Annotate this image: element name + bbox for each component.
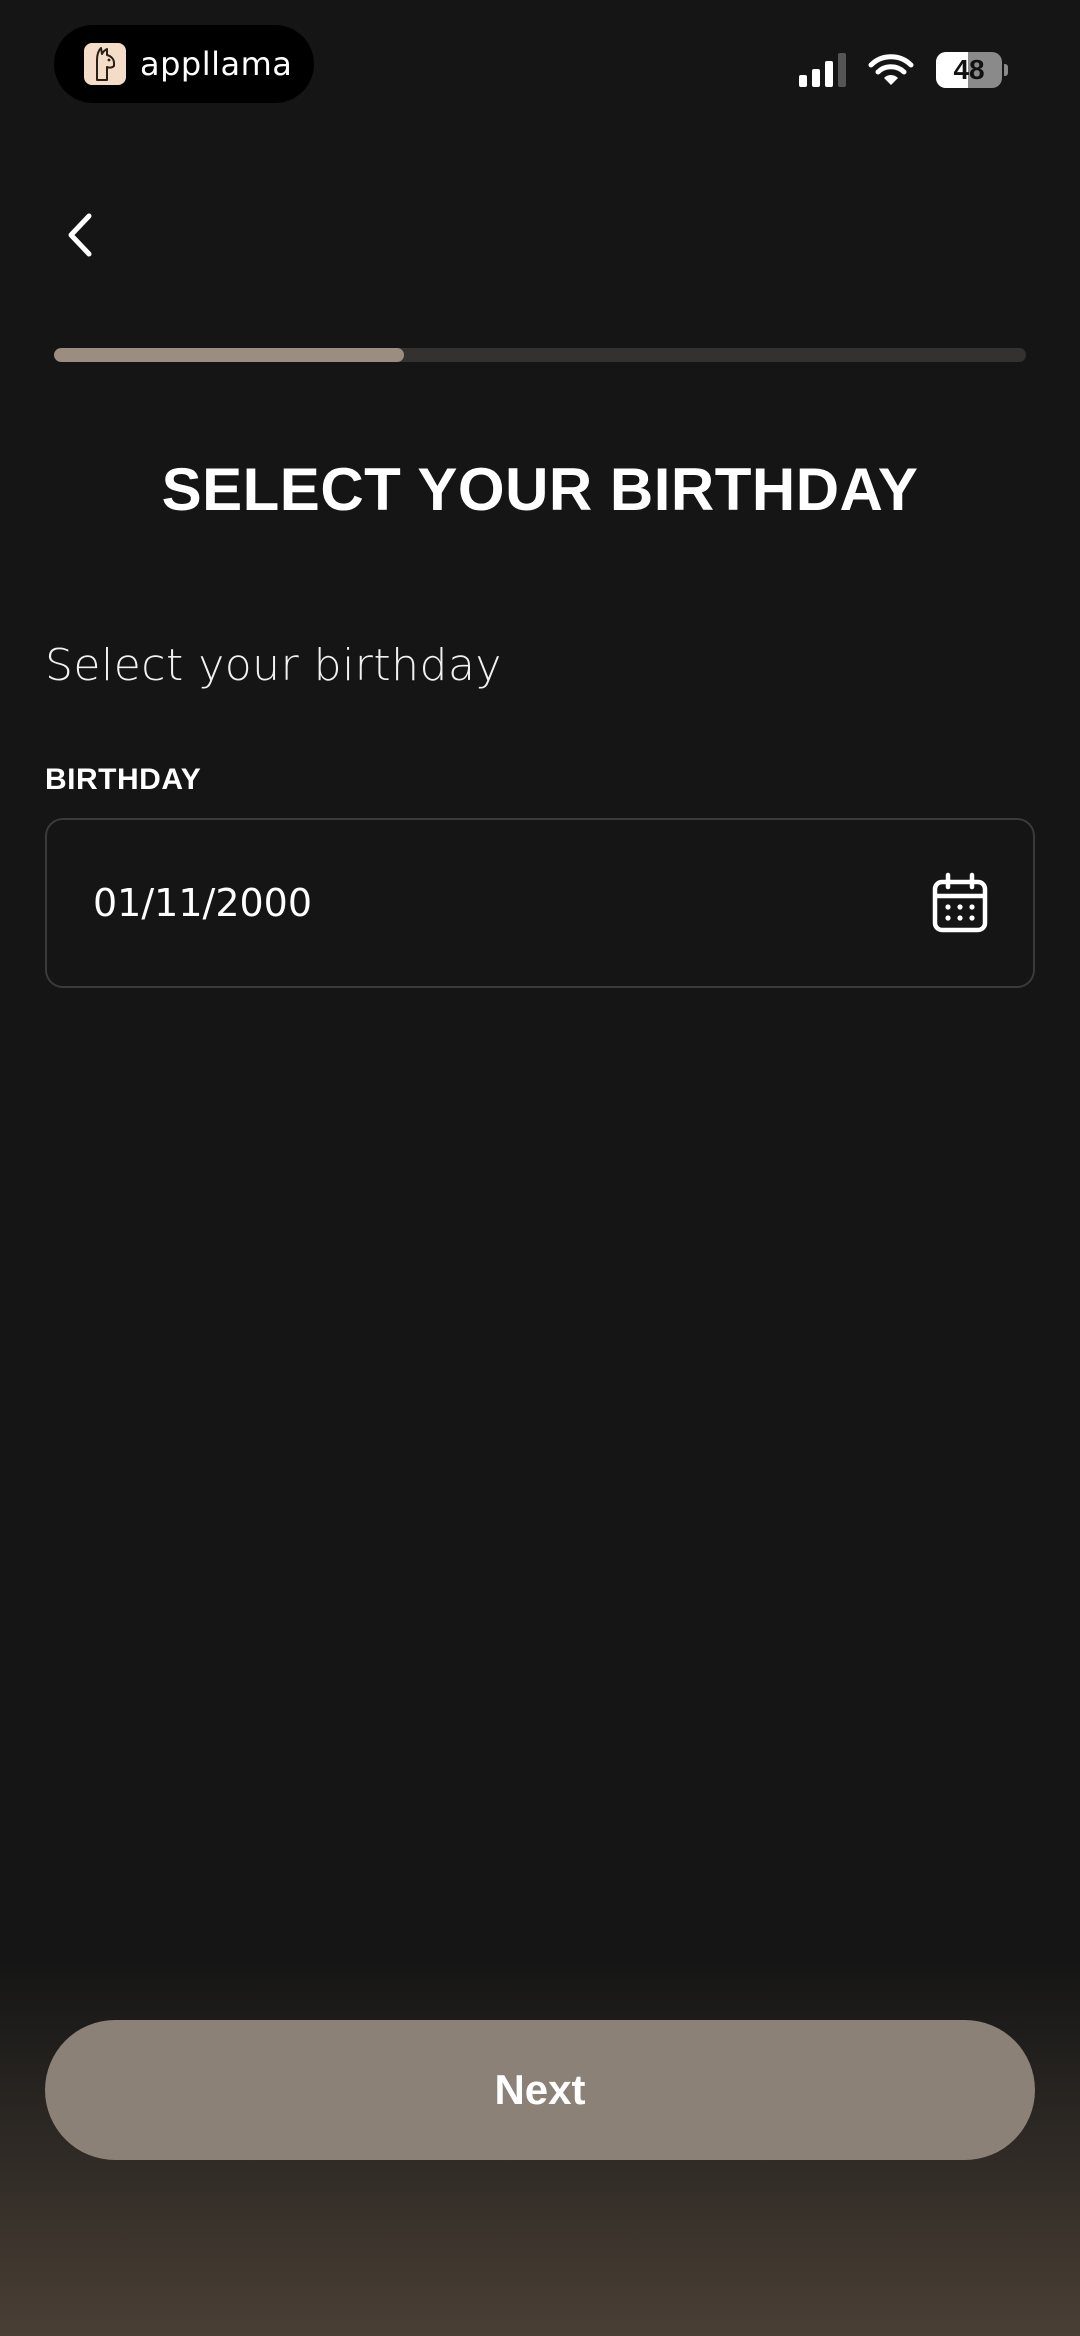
birthday-date-value: 01/11/2000 (93, 881, 313, 925)
screen: appllama 48 SELECT YOUR BIRTHDAY Select … (0, 0, 1080, 2336)
birthday-field-label: BIRTHDAY (45, 763, 202, 796)
battery-level: 48 (953, 54, 985, 85)
progress-fill (54, 348, 404, 362)
progress-bar (54, 348, 1026, 362)
chevron-left-icon (68, 213, 92, 257)
birthday-date-input[interactable]: 01/11/2000 (45, 818, 1035, 988)
back-button[interactable] (50, 200, 110, 270)
page-title: SELECT YOUR BIRTHDAY (161, 456, 919, 523)
wifi-icon (868, 54, 914, 85)
llama-logo-icon (84, 43, 126, 85)
signal-icon (799, 53, 846, 87)
app-indicator-pill[interactable]: appllama (54, 25, 314, 103)
next-button[interactable]: Next (45, 2020, 1035, 2160)
app-name: appllama (140, 45, 293, 83)
battery-icon: 48 (936, 52, 1008, 88)
status-icons: 48 (799, 52, 1008, 88)
page-subtitle: Select your birthday (45, 640, 502, 691)
calendar-icon[interactable] (931, 872, 989, 934)
